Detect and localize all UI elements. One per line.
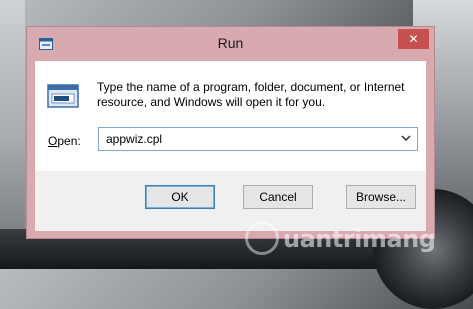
open-label: Open: [48,134,81,148]
dialog-description: Type the name of a program, folder, docu… [97,80,405,109]
chevron-down-icon[interactable] [397,128,415,150]
watermark-logo-icon [245,221,279,255]
run-dialog: Run ✕ Type the name of a program, folder… [26,26,435,239]
open-combobox[interactable]: appwiz.cpl [98,127,418,151]
watermark-text: uantrimang [283,225,436,253]
run-program-icon [47,84,79,108]
dialog-client-area: Type the name of a program, folder, docu… [35,61,426,231]
dialog-content-panel: Type the name of a program, folder, docu… [35,61,426,171]
ok-button[interactable]: OK [145,185,215,209]
window-title: Run [217,35,244,51]
open-label-accelerator: O [48,134,58,148]
browse-button[interactable]: Browse... [346,185,416,209]
cancel-button[interactable]: Cancel [243,185,313,209]
open-input[interactable]: appwiz.cpl [106,132,162,146]
open-label-rest: pen: [57,134,81,148]
close-button[interactable]: ✕ [398,29,429,49]
title-bar[interactable]: Run ✕ [27,27,434,61]
